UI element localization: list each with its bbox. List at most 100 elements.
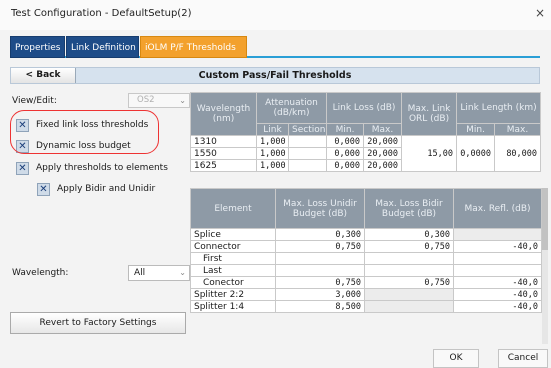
table-row[interactable]: Splice 0,300 0,300	[190, 228, 542, 241]
chevron-down-icon: ⌄	[179, 96, 186, 105]
link-thresholds-table: Wavelength (nm) Attenuation (dB/km) Link…	[190, 92, 542, 172]
cell-refl[interactable]	[453, 252, 542, 265]
cell-link-loss-min[interactable]: 0,000	[326, 147, 365, 160]
header-max-link-orl: Max. Link ORL (dB)	[401, 92, 458, 136]
cell-refl[interactable]: -40,0	[453, 300, 542, 313]
apply-thresholds-checkbox[interactable]: ✕	[16, 162, 29, 175]
cell-unidir[interactable]: 0,750	[275, 240, 365, 253]
revert-factory-button[interactable]: Revert to Factory Settings	[10, 312, 186, 334]
header-link-loss: Link Loss (dB)	[326, 92, 403, 124]
header-max: Max.	[363, 123, 403, 136]
cell-wavelength: 1310	[190, 135, 257, 148]
cell-length-max[interactable]: 80,000	[494, 135, 542, 172]
cell-wavelength: 1550	[190, 147, 257, 160]
table-row[interactable]: Splitter 1:4 8,500 -40,0	[190, 300, 542, 313]
element-thresholds-table: Element Max. Loss Unidir Budget (dB) Max…	[190, 188, 542, 313]
cell-bidir[interactable]: 0,750	[364, 276, 454, 289]
test-configuration-window: Test Configuration - DefaultSetup(2) × P…	[0, 0, 551, 368]
page-title: Custom Pass/Fail Thresholds	[198, 70, 352, 81]
table-row[interactable]: Splitter 2:2 3,000 -40,0	[190, 288, 542, 301]
table-row[interactable]: Last	[190, 264, 542, 277]
table-row[interactable]: Conector 0,750 0,750 -40,0	[190, 276, 542, 289]
cell-element: Splitter 1:4	[190, 300, 276, 313]
vertical-scrollbar[interactable]	[542, 188, 548, 344]
fixed-link-loss-label: Fixed link loss thresholds	[36, 120, 149, 130]
header-bidir-budget: Max. Loss Bidir Budget (dB)	[364, 188, 454, 229]
cell-section-attenuation[interactable]	[287, 159, 328, 172]
fixed-link-loss-checkbox[interactable]: ✕	[16, 119, 29, 132]
header-length-max: Max.	[494, 123, 542, 136]
table-row: 1310 1,000 0,000 20,000 15,00 0,0000 80,…	[190, 135, 542, 172]
wavelength-value: All	[134, 268, 146, 278]
wavelength-select[interactable]: All ⌄	[128, 265, 190, 281]
cell-bidir[interactable]: 0,300	[364, 228, 454, 241]
dynamic-loss-budget-checkbox[interactable]: ✕	[16, 140, 29, 153]
cell-link-loss-min[interactable]: 0,000	[326, 159, 365, 172]
apply-bidir-unidir-label: Apply Bidir and Unidir	[57, 184, 156, 194]
cell-link-attenuation[interactable]: 1,000	[256, 147, 289, 160]
header-max-refl: Max. Refl. (dB)	[453, 188, 542, 229]
title-bar: Test Configuration - DefaultSetup(2) ×	[0, 0, 551, 30]
cancel-button[interactable]: Cancel	[498, 349, 548, 368]
cell-unidir[interactable]	[275, 252, 365, 265]
cell-element: Connector	[190, 240, 276, 253]
cell-element: Last	[190, 264, 276, 277]
cell-unidir[interactable]	[275, 264, 365, 277]
header-element: Element	[190, 188, 276, 229]
cell-length-min[interactable]: 0,0000	[456, 135, 496, 172]
cell-refl	[453, 228, 542, 241]
cell-refl[interactable]: -40,0	[453, 240, 542, 253]
page-header-bar: < Back Custom Pass/Fail Thresholds	[10, 67, 540, 84]
cell-max-orl[interactable]: 15,00	[401, 135, 458, 172]
header-length-min: Min.	[456, 123, 496, 136]
header-wavelength: Wavelength (nm)	[190, 92, 257, 136]
scrollbar-thumb[interactable]	[542, 188, 548, 250]
tab-properties[interactable]: Properties	[10, 36, 65, 58]
left-panel: View/Edit: OS2 ⌄ ✕ Fixed link loss thres…	[10, 92, 190, 344]
header-section: Section	[287, 123, 328, 136]
tab-iolm-pf-thresholds[interactable]: iOLM P/F Thresholds	[140, 36, 247, 58]
cell-bidir	[364, 288, 454, 301]
cell-section-attenuation[interactable]	[287, 147, 328, 160]
header-unidir-budget: Max. Loss Unidir Budget (dB)	[275, 188, 365, 229]
cell-link-attenuation[interactable]: 1,000	[256, 135, 289, 148]
cell-link-loss-max[interactable]: 20,000	[363, 135, 403, 148]
header-min: Min.	[326, 123, 365, 136]
cell-section-attenuation[interactable]	[287, 135, 328, 148]
cell-bidir[interactable]: 0,750	[364, 240, 454, 253]
cell-refl[interactable]: -40,0	[453, 276, 542, 289]
cell-refl[interactable]: -40,0	[453, 288, 542, 301]
table-row[interactable]: First	[190, 252, 542, 265]
cell-bidir[interactable]	[364, 252, 454, 265]
apply-bidir-unidir-checkbox[interactable]: ✕	[37, 183, 50, 196]
close-icon[interactable]: ×	[535, 6, 545, 20]
view-edit-label: View/Edit:	[12, 96, 57, 106]
cell-link-loss-max[interactable]: 20,000	[363, 147, 403, 160]
chevron-down-icon: ⌄	[179, 268, 186, 277]
table-row[interactable]: Connector 0,750 0,750 -40,0	[190, 240, 542, 253]
cell-bidir[interactable]	[364, 264, 454, 277]
apply-thresholds-label: Apply thresholds to elements	[36, 163, 168, 173]
cell-element: First	[190, 252, 276, 265]
cell-link-attenuation[interactable]: 1,000	[256, 159, 289, 172]
cell-wavelength: 1625	[190, 159, 257, 172]
view-edit-value: OS2	[137, 95, 155, 105]
cell-link-loss-max[interactable]: 20,000	[363, 159, 403, 172]
tab-link-definition[interactable]: Link Definition	[66, 36, 139, 58]
ok-button[interactable]: OK	[433, 349, 479, 368]
view-edit-select[interactable]: OS2 ⌄	[128, 93, 190, 108]
cell-unidir[interactable]: 0,300	[275, 228, 365, 241]
tab-bar: Properties Link Definition iOLM P/F Thre…	[10, 36, 540, 58]
cell-refl[interactable]	[453, 264, 542, 277]
dynamic-loss-budget-label: Dynamic loss budget	[36, 141, 131, 151]
cell-unidir[interactable]: 3,000	[275, 288, 365, 301]
cell-unidir[interactable]: 0,750	[275, 276, 365, 289]
cell-element: Splitter 2:2	[190, 288, 276, 301]
back-button[interactable]: < Back	[11, 68, 76, 83]
wavelength-label: Wavelength:	[12, 268, 69, 278]
header-attenuation: Attenuation (dB/km)	[255, 92, 328, 124]
cell-bidir	[364, 300, 454, 313]
cell-link-loss-min[interactable]: 0,000	[326, 135, 365, 148]
window-title: Test Configuration - DefaultSetup(2)	[11, 8, 192, 19]
cell-unidir[interactable]: 8,500	[275, 300, 365, 313]
